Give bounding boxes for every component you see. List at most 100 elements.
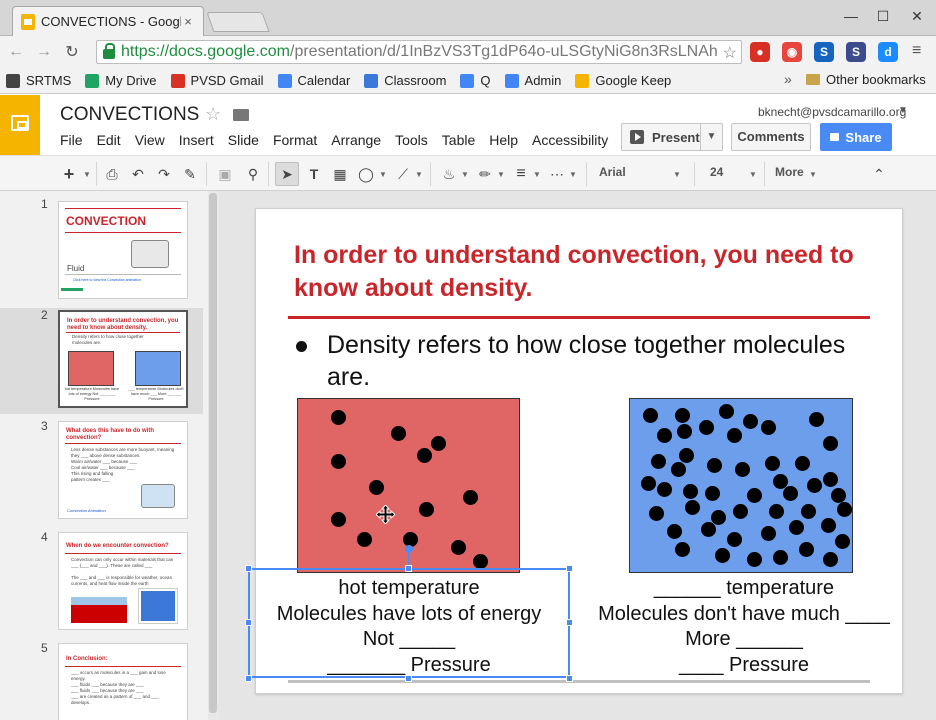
molecule[interactable]	[473, 554, 488, 569]
folder-icon[interactable]	[233, 109, 249, 121]
menu-arrange[interactable]: Arrange	[331, 132, 381, 148]
forward-arrow-icon[interactable]: →	[32, 43, 56, 61]
bullet-text[interactable]: Density refers to how close together mol…	[327, 329, 867, 393]
molecule[interactable]	[809, 412, 824, 427]
font-family-caret-icon[interactable]: ▼	[672, 162, 682, 186]
menu-help[interactable]: Help	[489, 132, 518, 148]
molecule[interactable]	[837, 502, 852, 517]
font-size-caret-icon[interactable]: ▼	[748, 162, 758, 186]
molecule[interactable]	[685, 500, 700, 515]
molecule[interactable]	[765, 456, 780, 471]
molecule[interactable]	[331, 512, 346, 527]
fill-color-caret-icon[interactable]: ▼	[460, 162, 470, 186]
molecule[interactable]	[795, 456, 810, 471]
molecule[interactable]	[761, 526, 776, 541]
text-box-icon[interactable]: T	[303, 162, 325, 186]
account-caret-icon[interactable]: ▼	[898, 105, 908, 116]
bookmark-item[interactable]: Calendar	[277, 73, 350, 88]
minimize-icon[interactable]: —	[840, 8, 862, 24]
collapse-toolbar-icon[interactable]: ⌃	[868, 162, 890, 186]
url-input[interactable]: https:// docs.google.com /presentation/d…	[96, 40, 742, 64]
bookmark-item[interactable]: Google Keep	[575, 73, 671, 88]
slide-thumbnail-1[interactable]: CONVECTION Fluid Click here to view the …	[58, 201, 188, 299]
molecule[interactable]	[743, 414, 758, 429]
font-size-select[interactable]: 24	[710, 165, 723, 179]
select-all-icon[interactable]: ▣	[214, 162, 236, 186]
molecule[interactable]	[801, 504, 816, 519]
border-weight-caret-icon[interactable]: ▼	[532, 162, 542, 186]
resize-handle-w[interactable]	[245, 619, 252, 626]
shape-icon[interactable]: ◯	[355, 162, 377, 186]
paint-format-icon[interactable]: ✎	[180, 162, 200, 186]
text-box-selection[interactable]	[248, 568, 570, 678]
bookmark-item[interactable]: Admin	[504, 73, 561, 88]
menu-slide[interactable]: Slide	[228, 132, 259, 148]
adblock-icon[interactable]: ●	[750, 42, 770, 62]
resize-handle-sw[interactable]	[245, 675, 252, 682]
cold-caption[interactable]: ______ temperature Molecules don't have …	[594, 576, 894, 678]
molecule[interactable]	[675, 408, 690, 423]
molecule[interactable]	[735, 462, 750, 477]
rotate-handle[interactable]	[405, 545, 413, 553]
molecule[interactable]	[831, 488, 846, 503]
molecule[interactable]	[683, 484, 698, 499]
slide-thumbnail-2[interactable]: In order to understand convection, you n…	[58, 310, 188, 408]
molecule[interactable]	[707, 458, 722, 473]
s-extension-icon[interactable]: S	[846, 42, 866, 62]
menu-insert[interactable]: Insert	[179, 132, 214, 148]
molecule[interactable]	[715, 548, 730, 563]
menu-view[interactable]: View	[135, 132, 165, 148]
border-color-caret-icon[interactable]: ▼	[496, 162, 506, 186]
molecule[interactable]	[823, 472, 838, 487]
slide-thumbnail-3[interactable]: What does this have to do with convectio…	[58, 421, 188, 519]
star-icon[interactable]: ☆	[205, 104, 221, 125]
menu-table[interactable]: Table	[442, 132, 475, 148]
slide-thumbnail-5[interactable]: In Conclusion: ___ occurs as molecules i…	[58, 643, 188, 720]
molecule[interactable]	[733, 504, 748, 519]
molecule[interactable]	[773, 550, 788, 565]
fill-color-icon[interactable]: ♨	[438, 162, 460, 186]
molecule[interactable]	[667, 524, 682, 539]
molecule[interactable]	[357, 532, 372, 547]
present-options-caret-icon[interactable]: ▼	[701, 123, 723, 151]
molecule[interactable]	[821, 518, 836, 533]
line-icon[interactable]: ⟋	[392, 162, 414, 186]
border-weight-icon[interactable]: ≡	[510, 162, 532, 186]
molecule[interactable]	[657, 482, 672, 497]
font-family-select[interactable]: Arial	[599, 165, 626, 179]
molecule[interactable]	[451, 540, 466, 555]
menu-edit[interactable]: Edit	[97, 132, 121, 148]
molecule[interactable]	[823, 436, 838, 451]
molecule[interactable]	[783, 486, 798, 501]
resize-handle-n[interactable]	[405, 565, 412, 572]
molecule[interactable]	[391, 426, 406, 441]
molecule[interactable]	[671, 462, 686, 477]
slide-title[interactable]: In order to understand convection, you n…	[294, 239, 874, 305]
bookmark-item[interactable]: SRTMS	[6, 73, 71, 88]
new-slide-layout-caret-icon[interactable]: ▼	[80, 162, 94, 186]
more-menu[interactable]: More	[775, 165, 804, 179]
back-arrow-icon[interactable]: ←	[4, 43, 28, 61]
zoom-icon[interactable]: ⚲	[242, 162, 264, 186]
border-color-icon[interactable]: ✏	[474, 162, 496, 186]
molecule[interactable]	[747, 552, 762, 567]
border-dash-icon[interactable]: ⋯	[546, 162, 568, 186]
border-dash-caret-icon[interactable]: ▼	[568, 162, 578, 186]
record-icon[interactable]: ◉	[782, 42, 802, 62]
molecule[interactable]	[331, 454, 346, 469]
screencastify-icon[interactable]: S	[814, 42, 834, 62]
resize-handle-se[interactable]	[566, 675, 573, 682]
molecule[interactable]	[651, 454, 666, 469]
shape-caret-icon[interactable]: ▼	[378, 162, 388, 186]
molecule[interactable]	[807, 478, 822, 493]
molecule[interactable]	[431, 436, 446, 451]
bookmarks-overflow-icon[interactable]: »	[784, 71, 792, 87]
molecule[interactable]	[789, 520, 804, 535]
slides-logo[interactable]	[0, 95, 40, 155]
menu-tools[interactable]: Tools	[395, 132, 428, 148]
resize-handle-s[interactable]	[405, 675, 412, 682]
cold-molecules-box[interactable]	[629, 398, 853, 573]
molecule[interactable]	[417, 448, 432, 463]
maximize-icon[interactable]: ☐	[872, 8, 894, 25]
image-icon[interactable]: ▦	[329, 162, 351, 186]
